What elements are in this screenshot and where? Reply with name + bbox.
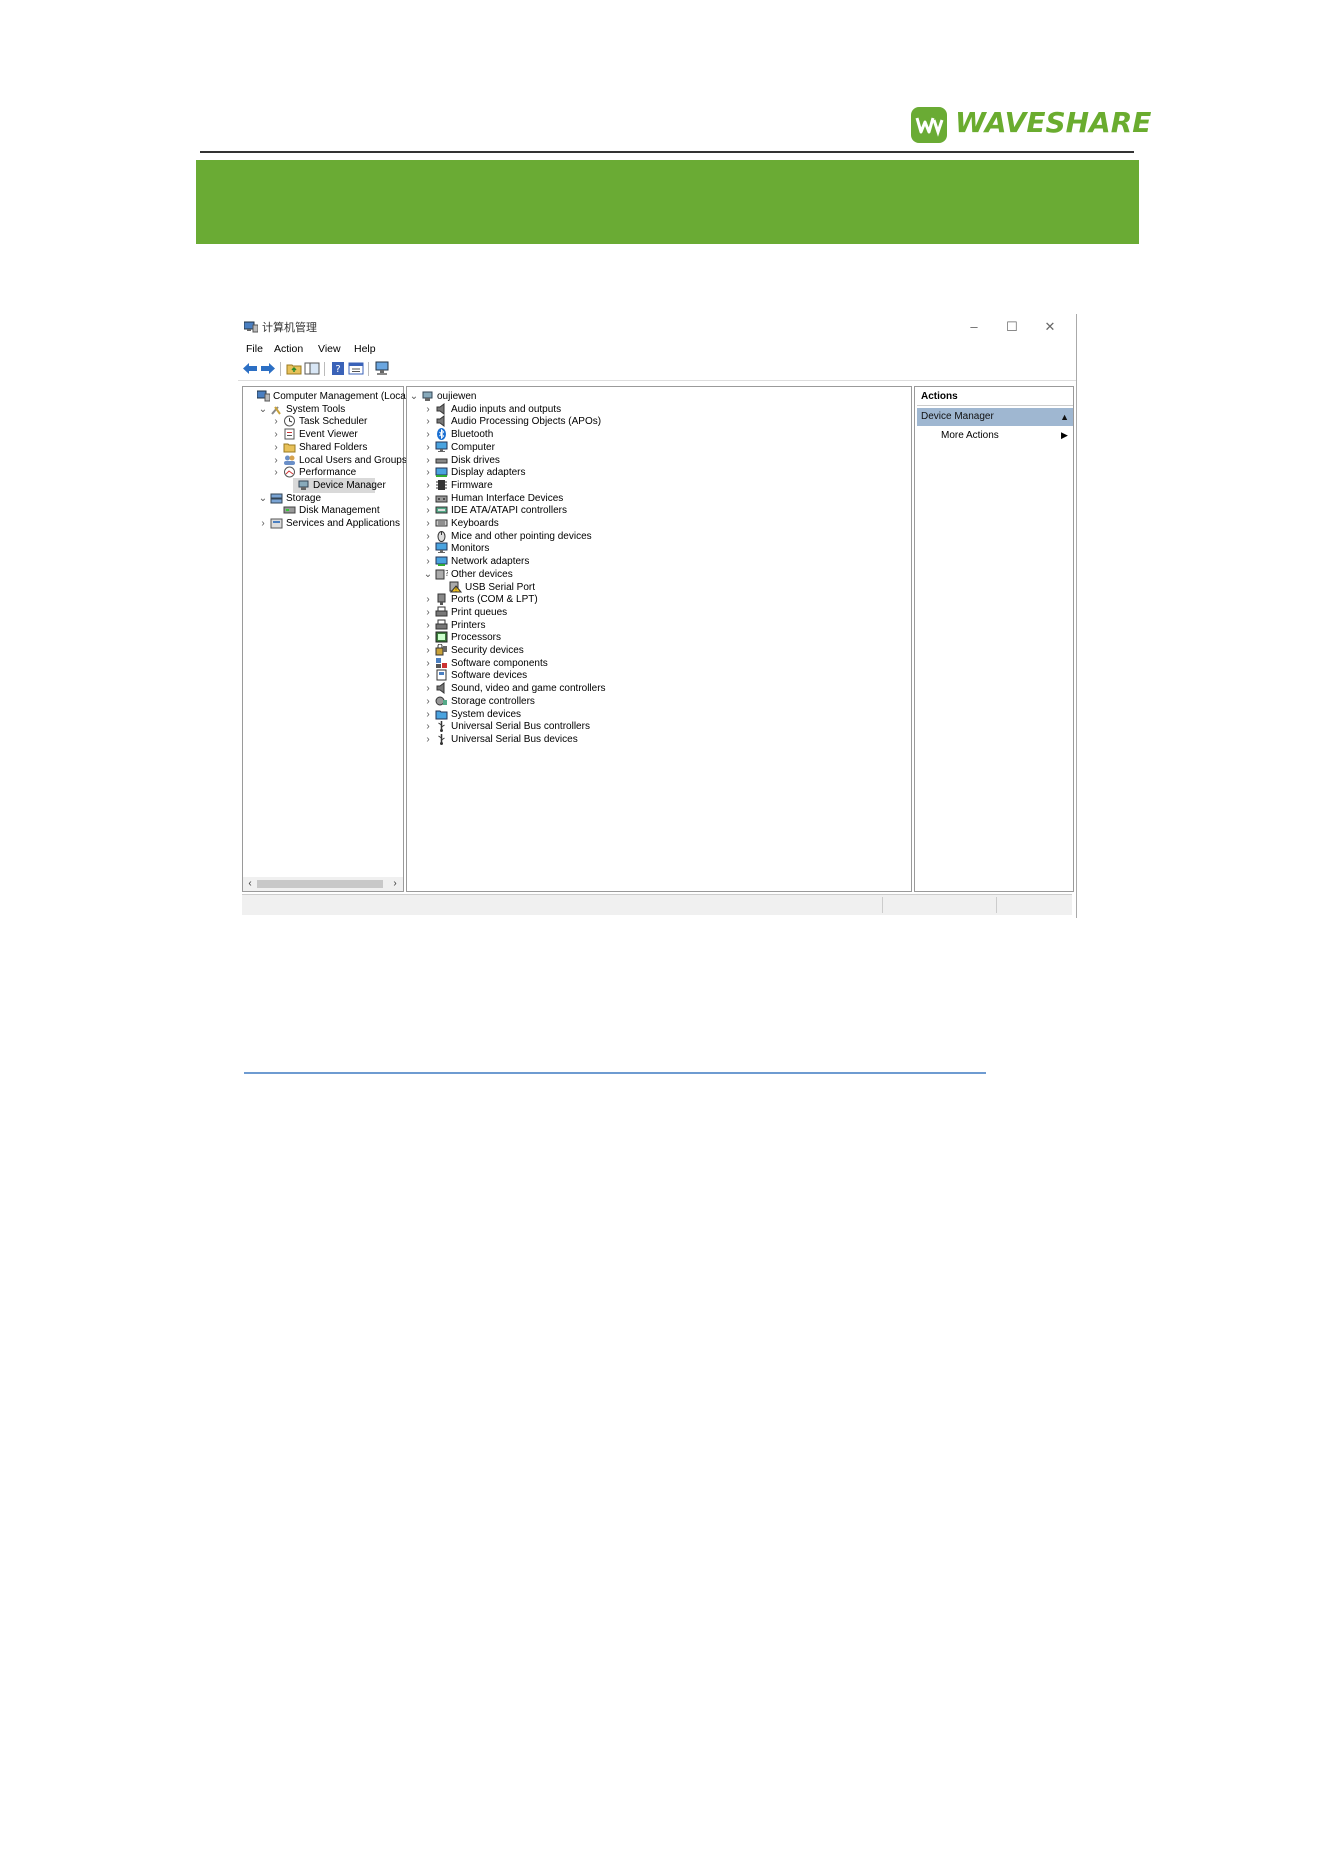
scroll-right-button[interactable]: › [389,878,401,889]
horizontal-scrollbar[interactable]: ‹ › [243,877,403,891]
hid-icon [435,495,448,503]
waveshare-logo: WAVESHARE [908,104,1151,148]
keyboard-icon [435,519,448,527]
menu-view[interactable]: View [318,343,341,355]
firmware-icon [436,479,447,490]
section-banner [196,160,1139,244]
submenu-arrow-icon: ▶ [1061,430,1068,440]
toolbar-separator [368,362,369,376]
computer-management-icon [257,390,270,402]
monitor-icon [435,542,448,554]
scroll-left-button[interactable]: ‹ [244,878,256,889]
status-bar [242,894,1072,915]
device-manager-icon [298,480,309,490]
help-icon[interactable]: ? [330,361,346,376]
software-component-icon [436,657,447,668]
close-button[interactable]: ✕ [1036,318,1064,336]
menu-action[interactable]: Action [274,343,303,355]
menu-help[interactable]: Help [354,343,376,355]
users-icon [284,455,295,465]
toolbar-separator [280,362,281,376]
ide-controller-icon [435,506,448,514]
display-adapter-icon [435,467,448,478]
event-viewer-icon [284,428,295,440]
status-separator [996,897,997,913]
collapse-caret-icon[interactable]: ▲ [1060,408,1069,426]
monitor-icon [435,441,448,452]
computer-management-window: 计算机管理 – ☐ ✕ File Action View Help ? ‹ › … [238,314,1077,918]
header-rule [200,151,1134,153]
speaker-icon [436,402,445,415]
software-device-icon [436,669,447,681]
minimize-button[interactable]: – [960,318,988,336]
device-category-label: Universal Serial Bus devices [451,733,578,745]
printer-icon [435,619,448,630]
speaker-icon [436,415,445,428]
storage-icon [270,493,283,504]
actions-selected-label: Device Manager [921,411,994,422]
show-hide-tree-icon[interactable] [304,361,320,376]
usb-icon [438,721,445,733]
more-actions-link[interactable]: More Actions [941,430,999,441]
actions-pane: Actions Device Manager ▲ More Actions ▶ [914,386,1074,892]
disk-drive-icon [435,458,448,463]
window-title: 计算机管理 [262,322,317,334]
properties-icon[interactable] [348,361,364,376]
security-device-icon [435,644,447,656]
unknown-device-icon: ? [435,569,448,580]
svg-text:?: ? [445,569,448,578]
storage-controller-icon [435,696,447,706]
bluetooth-icon [437,428,446,441]
status-separator [882,897,883,913]
warning-device-icon: ! [449,581,462,593]
shared-folder-icon [283,443,296,453]
clock-icon [284,415,295,427]
mouse-icon [437,530,446,542]
menu-file[interactable]: File [246,343,263,355]
network-adapter-icon [435,556,448,567]
expander-chevron-icon[interactable]: › [271,465,281,480]
forward-arrow-icon[interactable] [260,361,276,376]
device-manager-icon [422,391,433,401]
nav-tree-label: Services and Applications [286,518,400,529]
svg-text:?: ? [335,364,340,375]
toolbar-separator [324,362,325,376]
maximize-button[interactable]: ☐ [998,318,1026,336]
expander-chevron-icon[interactable]: › [258,516,268,531]
device-category-item[interactable]: › Universal Serial Bus devices [407,732,907,747]
navigation-tree-pane: ‹ › Computer Management (Local ⌄ System To… [242,386,408,892]
scrollbar-thumb[interactable] [257,880,383,888]
speaker-icon [436,682,445,695]
usb-icon [438,733,445,745]
logo-text: WAVESHARE [955,106,1152,139]
menu-bar: File Action View Help [238,340,1076,358]
waveshare-logo-icon [911,107,947,143]
system-folder-icon [435,710,448,719]
device-tree-pane: ⌄ oujiewen › Audio inputs and outputs › Audio… [406,386,912,892]
computer-management-icon [244,321,258,333]
services-icon [270,518,283,529]
disk-management-icon [283,506,296,514]
up-folder-icon[interactable] [286,361,302,376]
port-icon [437,593,446,606]
title-bar[interactable]: 计算机管理 – ☐ ✕ [238,314,1076,340]
tools-icon [271,406,281,415]
expander-chevron-icon[interactable]: › [423,732,433,747]
back-arrow-icon[interactable] [242,361,258,376]
actions-device-manager[interactable]: Device Manager ▲ [917,408,1073,426]
actions-header: Actions [917,389,1073,406]
toolbar: ? [238,358,1076,381]
printer-icon [435,606,448,617]
processor-icon [435,631,448,643]
link-underline [244,1072,986,1074]
scan-hardware-icon[interactable] [374,361,390,376]
nav-tree-item[interactable]: › Services and Applications [243,516,401,531]
performance-icon [284,466,295,478]
